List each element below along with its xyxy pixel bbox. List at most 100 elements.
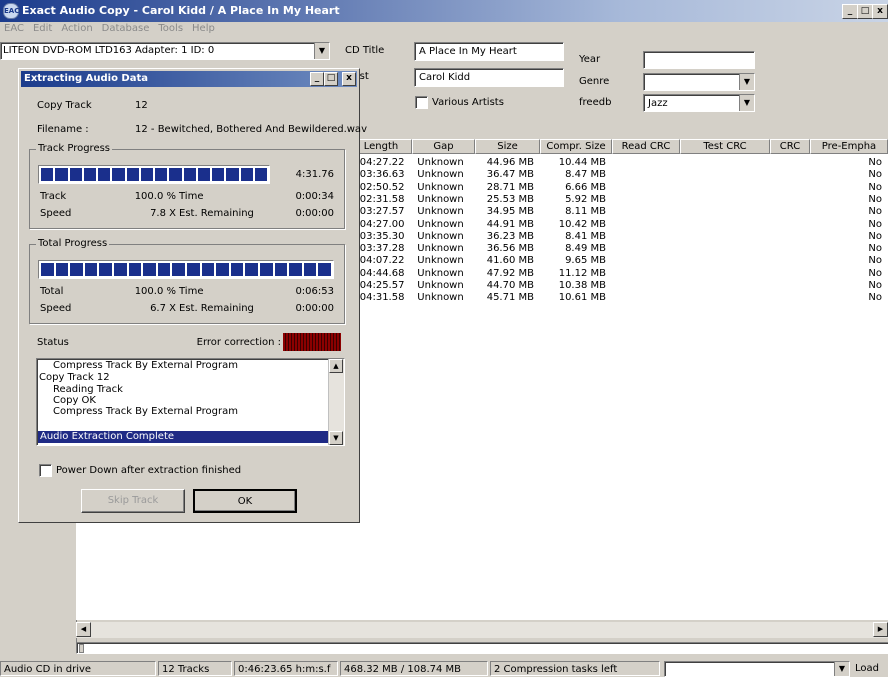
maximize-icon[interactable]: □ <box>857 4 873 19</box>
column-header[interactable]: Read CRC <box>612 139 680 154</box>
scroll-up-icon[interactable]: ▲ <box>329 359 343 373</box>
chevron-down-icon[interactable]: ▼ <box>834 662 849 676</box>
close-icon[interactable]: x <box>872 4 888 19</box>
table-cell: 44.70 MB <box>486 280 534 291</box>
position-slider[interactable] <box>76 642 888 654</box>
table-cell: 10.42 MB <box>558 218 606 230</box>
table-row[interactable]: 0:04:44.68 Unknown 47.92 MB 11.12 MB No <box>350 268 888 280</box>
progress-segment <box>113 263 127 276</box>
genre-select[interactable]: ▼ <box>643 73 755 91</box>
menu-help[interactable]: Help <box>188 22 220 34</box>
column-header[interactable]: Pre-Empha <box>810 139 888 154</box>
horizontal-scrollbar[interactable]: ◀ ▶ <box>76 622 888 638</box>
status-compression-tasks: 2 Compression tasks left <box>490 661 660 676</box>
table-row[interactable]: 0:04:25.57 Unknown 44.70 MB 10.38 MB No <box>350 280 888 292</box>
table-row[interactable]: 0:04:27.00 Unknown 44.91 MB 10.42 MB No <box>350 219 888 231</box>
slider-thumb[interactable] <box>79 644 84 653</box>
track-time-label: Time <box>179 191 204 202</box>
menu-action[interactable]: Action <box>57 22 97 34</box>
progress-segment <box>303 263 317 276</box>
skip-track-button[interactable]: Skip Track <box>81 489 185 513</box>
progress-segment <box>240 168 253 181</box>
table-row[interactable]: 0:03:27.57 Unknown 34.95 MB 8.11 MB No <box>350 206 888 218</box>
track-speed: 7.8 X <box>150 208 176 219</box>
cd-title-field[interactable]: A Place In My Heart <box>414 42 564 61</box>
column-header[interactable]: Test CRC <box>680 139 770 154</box>
chevron-down-icon[interactable]: ▼ <box>739 74 754 90</box>
total-remaining: 0:00:00 <box>295 303 334 314</box>
menu-database[interactable]: Database <box>98 22 155 34</box>
table-row[interactable]: 0:04:07.22 Unknown 41.60 MB 9.65 MB No <box>350 255 888 267</box>
table-row[interactable]: 0:03:36.63 Unknown 36.47 MB 8.47 MB No <box>350 169 888 181</box>
column-header[interactable]: Compr. Size <box>540 139 612 154</box>
minimize-icon[interactable]: _ <box>310 72 324 86</box>
track-speed-label: Speed <box>40 208 72 219</box>
year-label: Year <box>579 54 601 65</box>
maximize-icon[interactable]: □ <box>324 72 338 86</box>
total-progress-bar <box>38 260 334 279</box>
scroll-down-icon[interactable]: ▼ <box>329 431 343 445</box>
table-cell: 44.91 MB <box>486 218 534 230</box>
table-cell: 10.44 MB <box>558 157 606 168</box>
progress-segment <box>259 263 273 276</box>
filename-label: Filename : <box>37 124 89 135</box>
profile-select[interactable]: ▼ <box>664 661 850 677</box>
progress-segment <box>140 168 153 181</box>
table-cell: Unknown <box>417 280 464 291</box>
chevron-down-icon[interactable]: ▼ <box>314 43 329 59</box>
column-header[interactable]: Gap <box>412 139 475 154</box>
table-cell: No <box>868 243 882 255</box>
log-line: Copy Track 12 <box>39 372 110 383</box>
column-header[interactable]: CRC <box>770 139 810 154</box>
menu-eac[interactable]: EAC <box>0 22 29 34</box>
table-cell: Unknown <box>417 267 464 279</box>
freedb-genre-select[interactable]: Jazz ▼ <box>643 94 755 112</box>
progress-segment <box>197 168 210 181</box>
status-log-list[interactable]: Compress Track By External Program Copy … <box>36 358 345 446</box>
table-cell: 8.41 MB <box>565 230 606 242</box>
table-row[interactable]: 0:04:27.22 Unknown 44.96 MB 10.44 MB No <box>350 157 888 169</box>
table-cell: Unknown <box>417 230 464 242</box>
table-cell: Unknown <box>417 181 464 193</box>
minimize-icon[interactable]: _ <box>842 4 858 19</box>
column-header[interactable]: Size <box>475 139 540 154</box>
various-artists-checkbox[interactable] <box>415 96 428 109</box>
table-row[interactable]: 0:03:35.30 Unknown 36.23 MB 8.41 MB No <box>350 231 888 243</box>
error-correction-meter <box>283 333 341 351</box>
progress-segment <box>55 168 68 181</box>
table-cell: No <box>868 267 882 279</box>
track-progress-bar <box>38 165 270 184</box>
table-cell: No <box>868 157 882 168</box>
progress-segment <box>212 168 225 181</box>
eac-app-icon[interactable]: EAC <box>3 3 19 19</box>
table-row[interactable]: 0:03:37.28 Unknown 36.56 MB 8.49 MB No <box>350 243 888 255</box>
load-button[interactable]: Load <box>852 661 888 676</box>
close-icon[interactable]: x <box>342 72 356 86</box>
table-row[interactable]: 0:04:31.58 Unknown 45.71 MB 10.61 MB No <box>350 292 888 304</box>
log-line-selected[interactable]: Audio Extraction Complete <box>38 431 330 443</box>
menu-edit[interactable]: Edit <box>29 22 57 34</box>
progress-segment <box>226 168 239 181</box>
table-cell: Unknown <box>417 193 464 205</box>
table-cell: 36.23 MB <box>486 230 534 242</box>
track-total-time: 4:31.76 <box>295 169 334 180</box>
scroll-left-icon[interactable]: ◀ <box>76 622 91 637</box>
progress-segment <box>99 263 112 276</box>
log-scrollbar[interactable]: ▲ ▼ <box>328 359 344 445</box>
year-field[interactable] <box>643 51 755 69</box>
window-title-bar[interactable]: EAC Exact Audio Copy - Carol Kidd / A Pl… <box>0 0 888 22</box>
table-cell: 8.49 MB <box>565 243 606 255</box>
artist-field[interactable]: Carol Kidd <box>414 68 564 87</box>
ok-button[interactable]: OK <box>193 489 297 513</box>
chevron-down-icon[interactable]: ▼ <box>739 95 754 111</box>
menu-tools[interactable]: Tools <box>154 22 188 34</box>
window-title: Exact Audio Copy - Carol Kidd / A Place … <box>22 4 340 17</box>
table-row[interactable]: 0:02:31.58 Unknown 25.53 MB 5.92 MB No <box>350 194 888 206</box>
scroll-right-icon[interactable]: ▶ <box>873 622 888 637</box>
table-cell: No <box>868 169 882 181</box>
total-speed-label: Speed <box>40 303 72 314</box>
drive-select[interactable]: LITEON DVD-ROM LTD163 Adapter: 1 ID: 0 ▼ <box>0 42 330 60</box>
dialog-title-bar[interactable]: Extracting Audio Data _ □ x <box>21 71 357 87</box>
power-down-checkbox[interactable] <box>39 464 52 477</box>
table-row[interactable]: 0:02:50.52 Unknown 28.71 MB 6.66 MB No <box>350 182 888 194</box>
